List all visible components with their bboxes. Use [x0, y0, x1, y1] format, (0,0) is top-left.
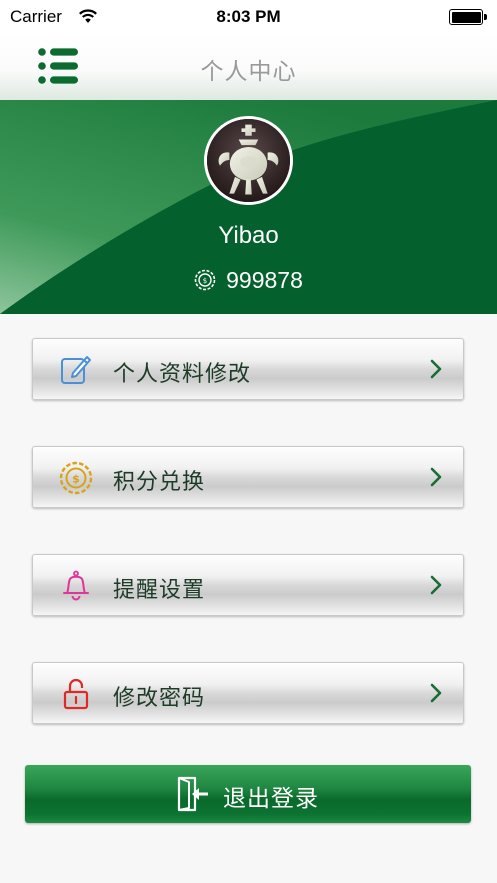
chevron-right-icon — [430, 575, 442, 595]
chevron-right-icon — [430, 467, 442, 487]
username: Yibao — [218, 222, 279, 249]
page-title: 个人中心 — [200, 59, 297, 85]
points-display: $ 999878 — [0, 267, 497, 294]
coin-icon: $ — [194, 269, 216, 291]
menu-item-reminder-settings[interactable]: 提醒设置 — [32, 554, 464, 616]
menu-item-change-password[interactable]: 修改密码 — [32, 662, 464, 724]
jade-censer-avatar — [207, 119, 290, 202]
menu-item-label: 个人资料修改 — [113, 362, 252, 387]
svg-text:$: $ — [72, 473, 80, 486]
menu-item-label: 修改密码 — [113, 686, 206, 711]
logout-button[interactable]: 退出登录 — [25, 765, 471, 823]
clock: 8:03 PM — [216, 7, 281, 26]
menu-item-edit-profile[interactable]: 个人资料修改 — [32, 338, 464, 400]
menu-item-points-exchange[interactable]: $ 积分兑换 — [32, 446, 464, 508]
navigation-bar: 个人中心 — [0, 34, 497, 100]
chevron-right-icon — [430, 359, 442, 379]
battery-icon — [449, 9, 487, 25]
logout-label: 退出登录 — [223, 786, 319, 812]
edit-icon — [61, 356, 91, 384]
bell-icon — [63, 570, 89, 601]
chevron-right-icon — [430, 683, 442, 703]
status-bar: Carrier 8:03 PM — [0, 0, 497, 34]
logout-door-icon — [177, 776, 208, 812]
coin-exchange-icon: $ — [59, 461, 93, 495]
menu-item-label: 积分兑换 — [113, 470, 206, 495]
svg-text:$: $ — [203, 277, 207, 285]
profile-header: Yibao $ 999878 — [0, 100, 497, 314]
points-value: 999878 — [226, 267, 303, 293]
menu-item-label: 提醒设置 — [113, 578, 206, 603]
unlock-icon — [63, 678, 89, 710]
avatar[interactable] — [204, 116, 293, 205]
